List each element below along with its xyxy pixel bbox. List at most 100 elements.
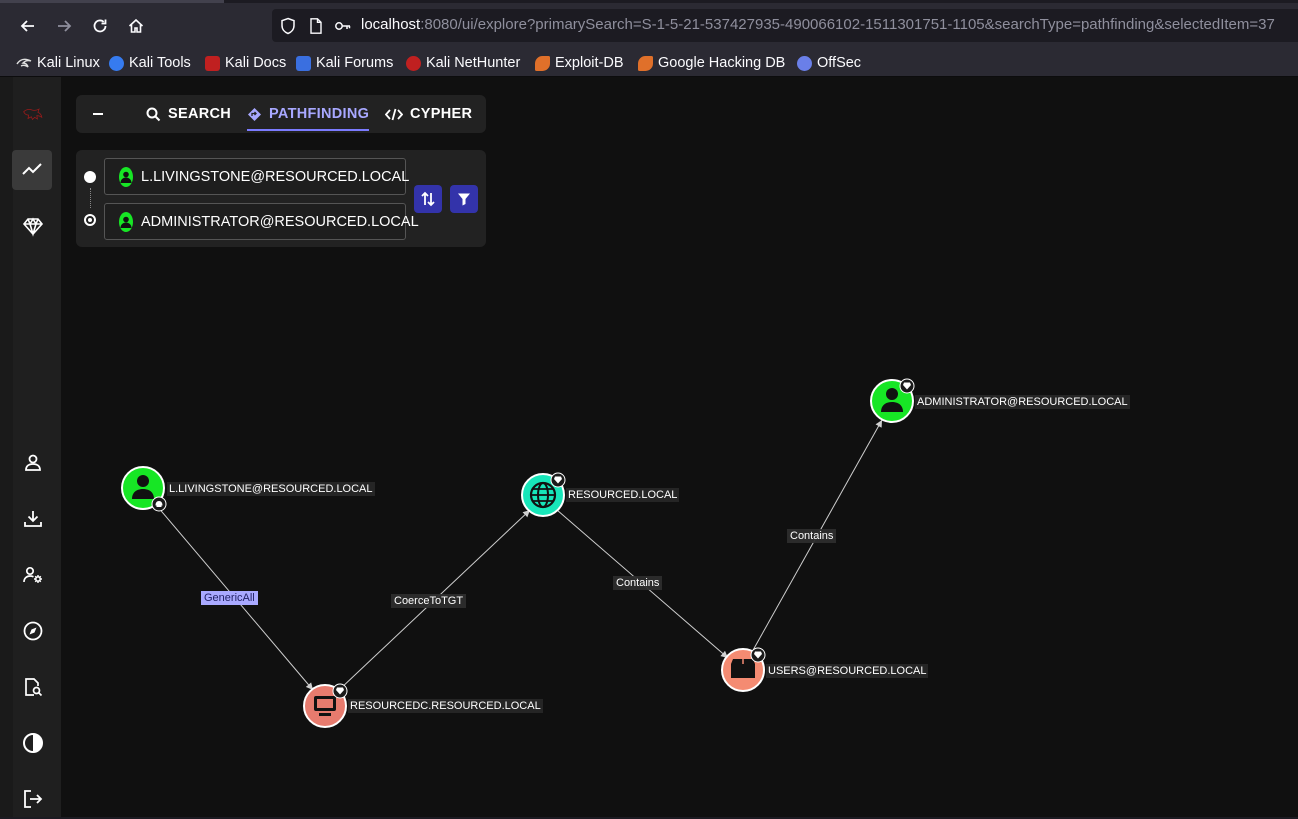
download-icon [24, 511, 42, 527]
node-label-resourcedc[interactable]: RESOURCEDC.RESOURCED.LOCAL [348, 699, 543, 713]
start-node-dot-icon [84, 171, 96, 183]
window-edge [0, 77, 13, 817]
swap-nodes-button[interactable] [414, 185, 442, 213]
node-label-l-livingstone[interactable]: L.LIVINGSTONE@RESOURCED.LOCAL [167, 482, 375, 496]
bookmark-label: Kali Forums [316, 55, 394, 71]
back-icon[interactable] [15, 13, 41, 39]
explore-tabs-panel: SEARCH PATHFINDING CYPHER [76, 95, 486, 133]
search-icon [146, 107, 161, 121]
node-label-users[interactable]: USERS@RESOURCED.LOCAL [766, 664, 929, 678]
sidebar-logout-button[interactable] [13, 779, 53, 819]
home-icon[interactable] [123, 13, 149, 39]
bookmark-label: Exploit-DB [555, 55, 624, 71]
start-node-input[interactable]: L.LIVINGSTONE@RESOURCED.LOCAL [104, 158, 410, 195]
user-icon [119, 166, 133, 187]
bookmark-label: Kali NetHunter [426, 55, 521, 71]
node-label-administrator[interactable]: ADMINISTRATOR@RESOURCED.LOCAL [915, 395, 1130, 409]
trend-line-icon [22, 163, 42, 175]
tab-pathfinding[interactable]: PATHFINDING [247, 95, 370, 133]
url-path: :8080/ui/explore?primarySearch=S-1-5-21-… [420, 16, 1275, 33]
logout-icon [24, 790, 43, 808]
ghdb-icon [638, 55, 653, 71]
route-diamond-icon [248, 107, 261, 121]
bookmark-kali-forums[interactable]: Kali Forums [296, 53, 393, 73]
bookmark-kali-docs[interactable]: Kali Docs [205, 53, 286, 73]
contrast-icon [23, 733, 43, 753]
bookmarks-bar: Kali Linux Kali Tools Kali Docs Kali For… [0, 50, 1298, 77]
document-search-icon [25, 678, 43, 697]
filter-icon [458, 193, 470, 206]
reload-icon[interactable] [87, 13, 113, 39]
bookmark-kali-linux[interactable]: Kali Linux [16, 53, 100, 73]
kali-forums-icon [296, 55, 311, 71]
bookmark-kali-nethunter[interactable]: Kali NetHunter [406, 53, 520, 73]
offsec-icon [797, 55, 812, 71]
bookmark-kali-tools[interactable]: Kali Tools [109, 53, 191, 73]
bookmark-label: OffSec [817, 55, 862, 71]
bookmark-label: Kali Tools [129, 55, 191, 71]
sidebar-group-management-button[interactable] [13, 206, 53, 246]
bookmark-label: Kali Linux [37, 55, 100, 71]
tab-cypher[interactable]: CYPHER [385, 95, 472, 133]
sidebar-api-explorer-button[interactable] [13, 611, 53, 651]
start-node-value: L.LIVINGSTONE@RESOURCED.LOCAL [141, 168, 410, 185]
tab-cypher-label: CYPHER [410, 106, 473, 122]
bookmark-google-hacking-db[interactable]: Google Hacking DB [638, 53, 785, 73]
path-connector [90, 188, 91, 208]
tracking-shield-icon[interactable] [279, 17, 297, 35]
sidebar-explore-button[interactable] [12, 150, 52, 190]
nethunter-icon [406, 55, 421, 71]
sidebar-profile-button[interactable] [13, 443, 53, 483]
edge-filter-button[interactable] [450, 185, 478, 213]
kali-docs-icon [205, 55, 220, 71]
swap-arrows-icon [421, 191, 435, 207]
bookmark-exploit-db[interactable]: Exploit-DB [535, 53, 624, 73]
collapse-button[interactable] [92, 95, 104, 133]
graph-node-resourcedc[interactable] [303, 683, 348, 728]
tab-strip [0, 0, 1298, 3]
key-icon[interactable] [334, 17, 352, 35]
bookmark-offsec[interactable]: OffSec [797, 53, 861, 73]
node-label-resourced-local[interactable]: RESOURCED.LOCAL [566, 488, 680, 502]
user-icon [119, 211, 133, 232]
minus-icon [93, 113, 103, 115]
graph-node-resourced-local[interactable] [521, 472, 566, 517]
gem-icon [22, 217, 44, 237]
pathfinding-panel: L.LIVINGSTONE@RESOURCED.LOCAL ADMINISTRA… [76, 150, 486, 247]
browser-toolbar: localhost:8080/ui/explore?primarySearch=… [0, 0, 1298, 50]
bloodhound-dog-icon [23, 108, 43, 121]
user-gear-icon [23, 566, 42, 583]
bookmark-label: Kali Docs [225, 55, 287, 71]
edge-label-coercetotgt[interactable]: CoerceToTGT [391, 594, 467, 608]
exploit-db-icon [535, 55, 550, 71]
forward-icon[interactable] [51, 13, 77, 39]
edge-label-contains-2[interactable]: Contains [787, 529, 837, 543]
url-bar[interactable]: localhost:8080/ui/explore?primarySearch=… [272, 9, 1298, 42]
target-node-dot-icon [84, 214, 96, 226]
compass-icon [23, 621, 43, 641]
graph-node-l-livingstone[interactable] [121, 466, 167, 512]
url-host: localhost [361, 16, 421, 33]
bloodhound-logo[interactable] [13, 94, 53, 134]
sidebar-download-button[interactable] [13, 499, 53, 539]
active-tab-indicator[interactable] [0, 0, 224, 3]
edge-label-genericall[interactable]: GenericAll [201, 591, 258, 605]
url-text[interactable]: localhost:8080/ui/explore?primarySearch=… [361, 16, 1275, 33]
graph-node-users-container[interactable] [721, 647, 766, 692]
code-icon [385, 108, 403, 120]
person-icon [25, 454, 41, 471]
sidebar-administration-button[interactable] [13, 555, 53, 595]
tab-search[interactable]: SEARCH [146, 95, 231, 133]
bookmark-label: Google Hacking DB [658, 55, 786, 71]
kali-dragon-icon [16, 58, 32, 68]
end-node-input[interactable]: ADMINISTRATOR@RESOURCED.LOCAL [104, 203, 419, 240]
sidebar-documentation-button[interactable] [13, 667, 53, 707]
edge-label-contains-1[interactable]: Contains [613, 576, 663, 590]
end-node-value: ADMINISTRATOR@RESOURCED.LOCAL [141, 213, 419, 230]
graph-node-administrator[interactable] [870, 378, 915, 423]
tab-pathfinding-label: PATHFINDING [269, 106, 370, 122]
sidebar-theme-toggle-button[interactable] [13, 723, 53, 763]
tab-search-label: SEARCH [168, 106, 232, 122]
bloodhound-app: L.LIVINGSTONE@RESOURCED.LOCAL RESOURCEDC… [0, 77, 1298, 817]
page-icon[interactable] [307, 17, 325, 35]
